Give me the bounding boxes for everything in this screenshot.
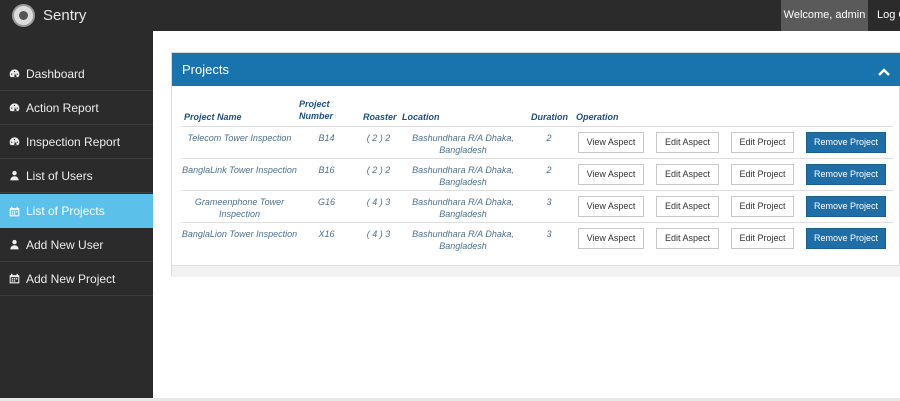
project-name: Grameenphone Tower — [194, 197, 285, 207]
table-row: Grameenphone Tower Inspection G16 ( 4 ) … — [181, 190, 893, 222]
roaster-cell: ( 2 ) 2 — [366, 165, 391, 175]
roaster-cell: ( 4 ) 3 — [366, 229, 391, 239]
chevron-up-icon — [878, 68, 890, 76]
sidebar-item-add-new-project[interactable]: Add New Project — [0, 262, 153, 296]
view-aspect-button[interactable]: View Aspect — [578, 132, 644, 153]
location-line: Bashundhara R/A Dhaka, — [412, 165, 514, 175]
welcome-user-menu[interactable]: Welcome, admin — [781, 0, 868, 31]
sidebar-item-action-report[interactable]: Action Report — [0, 91, 153, 125]
column-header-line: Project — [299, 99, 330, 109]
location-cell: Bashundhara R/A Dhaka, Bangladesh — [407, 196, 519, 220]
project-name-cell: BanglaLion Tower Inspection — [181, 228, 298, 240]
sidebar: Dashboard Action Report Inspection Repor… — [0, 31, 153, 401]
project-number-cell: G16 — [317, 197, 335, 207]
project-name: Telecom Tower Inspection — [187, 133, 292, 143]
location-line: Bangladesh — [439, 209, 487, 219]
view-aspect-button[interactable]: View Aspect — [578, 164, 644, 185]
dashboard-icon — [9, 136, 20, 147]
edit-aspect-button[interactable]: Edit Aspect — [656, 132, 719, 153]
duration-cell: 2 — [546, 165, 552, 175]
column-header-project-name: Project Name — [184, 112, 242, 122]
edit-project-button[interactable]: Edit Project — [731, 228, 794, 249]
panel-footer — [172, 265, 900, 277]
brand-name[interactable]: Sentry — [43, 7, 86, 24]
edit-project-button[interactable]: Edit Project — [731, 164, 794, 185]
calendar-icon — [9, 206, 20, 217]
table-row: Telecom Tower Inspection B14 ( 2 ) 2 Bas… — [181, 126, 893, 158]
duration-cell: 2 — [546, 133, 552, 143]
sidebar-item-list-of-projects[interactable]: List of Projects — [0, 194, 153, 228]
column-header-operation: Operation — [576, 112, 619, 122]
location-line: Bangladesh — [439, 177, 487, 187]
duration-cell: 3 — [546, 229, 552, 239]
location-cell: Bashundhara R/A Dhaka, Bangladesh — [407, 132, 519, 156]
view-aspect-button[interactable]: View Aspect — [578, 196, 644, 217]
project-name: BanglaLion Tower Inspection — [181, 229, 298, 239]
sidebar-item-list-of-users[interactable]: List of Users — [0, 159, 153, 193]
location-cell: Bashundhara R/A Dhaka, Bangladesh — [407, 228, 519, 252]
user-icon — [9, 170, 20, 181]
sidebar-item-label: Action Report — [26, 100, 99, 115]
collapse-button[interactable] — [878, 64, 890, 76]
location-line: Bangladesh — [439, 241, 487, 251]
location-line: Bashundhara R/A Dhaka, — [412, 197, 514, 207]
logout-link[interactable]: Log Out — [877, 0, 900, 31]
calendar-icon — [9, 273, 20, 284]
sidebar-item-dashboard[interactable]: Dashboard — [0, 57, 153, 91]
column-header-roaster: Roaster — [363, 112, 397, 122]
column-header-project-number: Project Number — [299, 98, 333, 122]
top-navbar: Sentry Welcome, admin Log Out — [0, 0, 900, 31]
dashboard-icon — [9, 102, 20, 113]
project-number-cell: X16 — [318, 229, 335, 239]
view-aspect-button[interactable]: View Aspect — [578, 228, 644, 249]
edit-aspect-button[interactable]: Edit Aspect — [656, 196, 719, 217]
location-line: Bangladesh — [439, 145, 487, 155]
table-row: BanglaLion Tower Inspection X16 ( 4 ) 3 … — [181, 222, 893, 254]
remove-project-button[interactable]: Remove Project — [806, 196, 886, 217]
project-name-cell: BanglaLink Tower Inspection — [181, 164, 298, 176]
project-name-cell: Grameenphone Tower Inspection — [181, 196, 298, 220]
project-name-cell: Telecom Tower Inspection — [181, 132, 298, 144]
edit-project-button[interactable]: Edit Project — [731, 196, 794, 217]
project-name-continued: Inspection — [218, 209, 261, 219]
location-line: Bashundhara R/A Dhaka, — [412, 229, 514, 239]
roaster-cell: ( 2 ) 2 — [366, 133, 391, 143]
column-header-location: Location — [402, 112, 440, 122]
sidebar-item-label: Inspection Report — [26, 134, 121, 149]
panel-header: Projects — [172, 53, 900, 86]
sidebar-item-label: Add New User — [26, 237, 104, 252]
brand-logo[interactable] — [12, 4, 35, 27]
edit-aspect-button[interactable]: Edit Aspect — [656, 164, 719, 185]
duration-cell: 3 — [546, 197, 552, 207]
remove-project-button[interactable]: Remove Project — [806, 132, 886, 153]
column-header-duration: Duration — [531, 112, 568, 122]
table-row: BanglaLink Tower Inspection B16 ( 2 ) 2 … — [181, 158, 893, 190]
project-number-cell: B16 — [318, 165, 335, 175]
column-header-line: Number — [299, 111, 334, 121]
remove-project-button[interactable]: Remove Project — [806, 164, 886, 185]
sidebar-item-inspection-report[interactable]: Inspection Report — [0, 125, 153, 159]
edit-aspect-button[interactable]: Edit Aspect — [656, 228, 719, 249]
panel-title: Projects — [182, 62, 229, 77]
project-name: BanglaLink Tower Inspection — [182, 165, 297, 175]
location-line: Bashundhara R/A Dhaka, — [412, 133, 514, 143]
location-cell: Bashundhara R/A Dhaka, Bangladesh — [407, 164, 519, 188]
sidebar-item-label: Add New Project — [26, 271, 116, 286]
sidebar-item-label: List of Projects — [26, 204, 105, 218]
sidebar-item-label: List of Users — [26, 168, 93, 183]
roaster-cell: ( 4 ) 3 — [366, 197, 391, 207]
dashboard-icon — [9, 68, 20, 79]
project-number-cell: B14 — [318, 133, 335, 143]
remove-project-button[interactable]: Remove Project — [806, 228, 886, 249]
sidebar-item-label: Dashboard — [26, 66, 85, 81]
user-icon — [9, 239, 20, 250]
sidebar-item-add-new-user[interactable]: Add New User — [0, 228, 153, 262]
edit-project-button[interactable]: Edit Project — [731, 132, 794, 153]
